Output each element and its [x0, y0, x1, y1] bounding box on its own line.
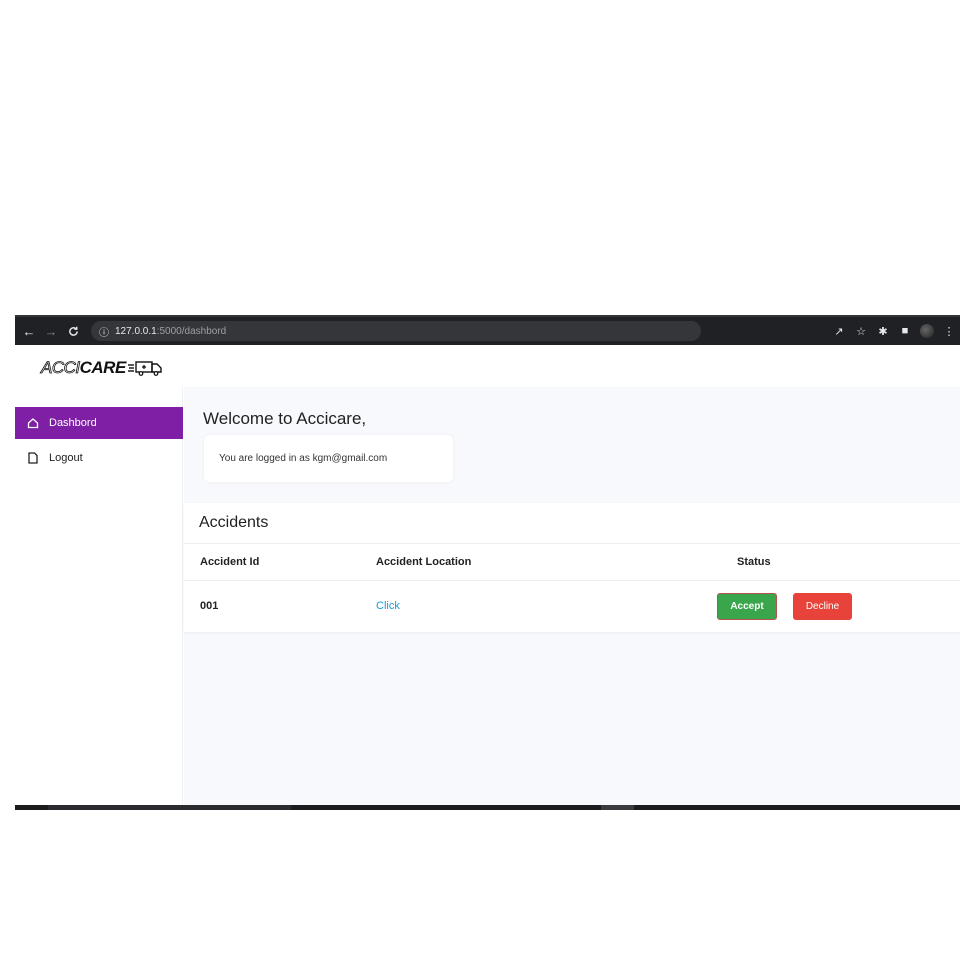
ambulance-icon [127, 361, 162, 376]
accicare-logo[interactable]: ACCI CARE [41, 358, 166, 378]
home-icon [26, 417, 40, 429]
accidents-title: Accidents [184, 503, 960, 544]
profile-icon[interactable] [916, 320, 938, 342]
menu-icon[interactable]: ⋮ [938, 320, 960, 342]
logo-text-outline: ACCI [41, 358, 81, 378]
location-link[interactable]: Click [376, 600, 400, 612]
sidebar-item-dashbord[interactable]: Dashbord [15, 407, 183, 439]
star-icon[interactable]: ☆ [850, 320, 872, 342]
table-row: 001 Click Accept Decline [184, 581, 960, 631]
page-title: Welcome to Accicare, [203, 409, 367, 428]
login-info-card: You are logged in as kgm@gmail.com [204, 435, 453, 482]
sidebar-item-label: Logout [49, 452, 83, 464]
forward-icon[interactable]: → [43, 323, 59, 339]
browser-toolbar: ← → ⓘ 127.0.0.1 :5000/dashbord ↗ ☆ ✱ ■ ⋮ [15, 315, 960, 345]
browser-actions: ↗ ☆ ✱ ■ ⋮ [828, 317, 960, 345]
extensions-icon[interactable]: ✱ [872, 320, 894, 342]
sidebar: Dashbord Logout [15, 387, 183, 810]
share-icon[interactable]: ↗ [828, 320, 850, 342]
sidebar-item-label: Dashbord [49, 417, 97, 429]
address-bar[interactable]: ⓘ 127.0.0.1 :5000/dashbord [91, 321, 701, 341]
back-icon[interactable]: ← [21, 323, 37, 339]
taskbar-segment [601, 805, 634, 810]
app-header: ACCI CARE [15, 345, 960, 387]
taskbar [15, 805, 960, 810]
sidepanel-icon[interactable]: ■ [894, 320, 916, 342]
column-header: Accident Id [200, 556, 260, 568]
reload-icon[interactable] [65, 323, 81, 339]
info-icon[interactable]: ⓘ [99, 324, 109, 339]
column-header: Status [737, 556, 771, 568]
screenshot: ← → ⓘ 127.0.0.1 :5000/dashbord ↗ ☆ ✱ ■ ⋮… [15, 315, 960, 810]
main-content: Welcome to Accicare, You are logged in a… [184, 387, 960, 810]
column-header: Accident Location [376, 556, 472, 568]
logo-text-bold: CARE [79, 358, 127, 377]
login-info-text: You are logged in as kgm@gmail.com [219, 453, 388, 464]
taskbar-segment [48, 805, 291, 810]
table-header: Accident Id Accident Location Status [184, 544, 960, 581]
url-host: 127.0.0.1 [115, 325, 157, 337]
document-icon [26, 452, 40, 464]
accident-id: 001 [200, 600, 219, 612]
sidebar-item-logout[interactable]: Logout [15, 442, 183, 474]
accept-button[interactable]: Accept [717, 592, 777, 620]
status-actions: Accept Decline [717, 581, 852, 631]
accidents-panel: Accidents Accident Id Accident Location … [184, 503, 960, 632]
url-path: :5000/dashbord [156, 325, 227, 337]
decline-button[interactable]: Decline [793, 592, 852, 620]
